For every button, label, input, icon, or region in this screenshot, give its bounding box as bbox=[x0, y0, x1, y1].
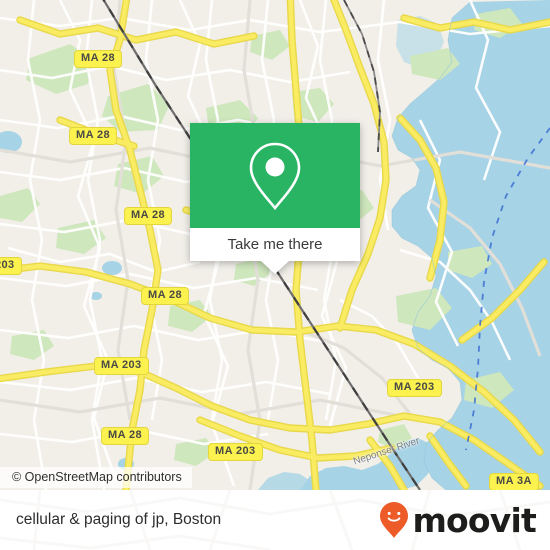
moovit-smile-pin-icon bbox=[380, 502, 409, 538]
location-caption: cellular & paging of jp, Boston bbox=[16, 511, 222, 528]
take-me-there-button[interactable]: Take me there bbox=[190, 228, 360, 261]
map-canvas[interactable]: MA 28MA 28MA 28MA 28MA 28203MA 203MA 203… bbox=[0, 0, 550, 490]
moovit-logo[interactable]: moovit bbox=[379, 500, 537, 540]
take-me-there-label: Take me there bbox=[227, 236, 323, 253]
popup-pointer-tail bbox=[261, 261, 289, 274]
location-popup-card[interactable]: Take me there bbox=[190, 123, 360, 274]
map-label: Neponset River bbox=[351, 435, 421, 468]
footer-bar: cellular & paging of jp, Boston moovit bbox=[0, 490, 550, 550]
popup-header bbox=[190, 123, 360, 228]
moovit-wordmark: moovit bbox=[412, 500, 536, 540]
location-pin-icon bbox=[249, 142, 301, 210]
moovit-map-screenshot: MA 28MA 28MA 28MA 28MA 28203MA 203MA 203… bbox=[0, 0, 550, 550]
